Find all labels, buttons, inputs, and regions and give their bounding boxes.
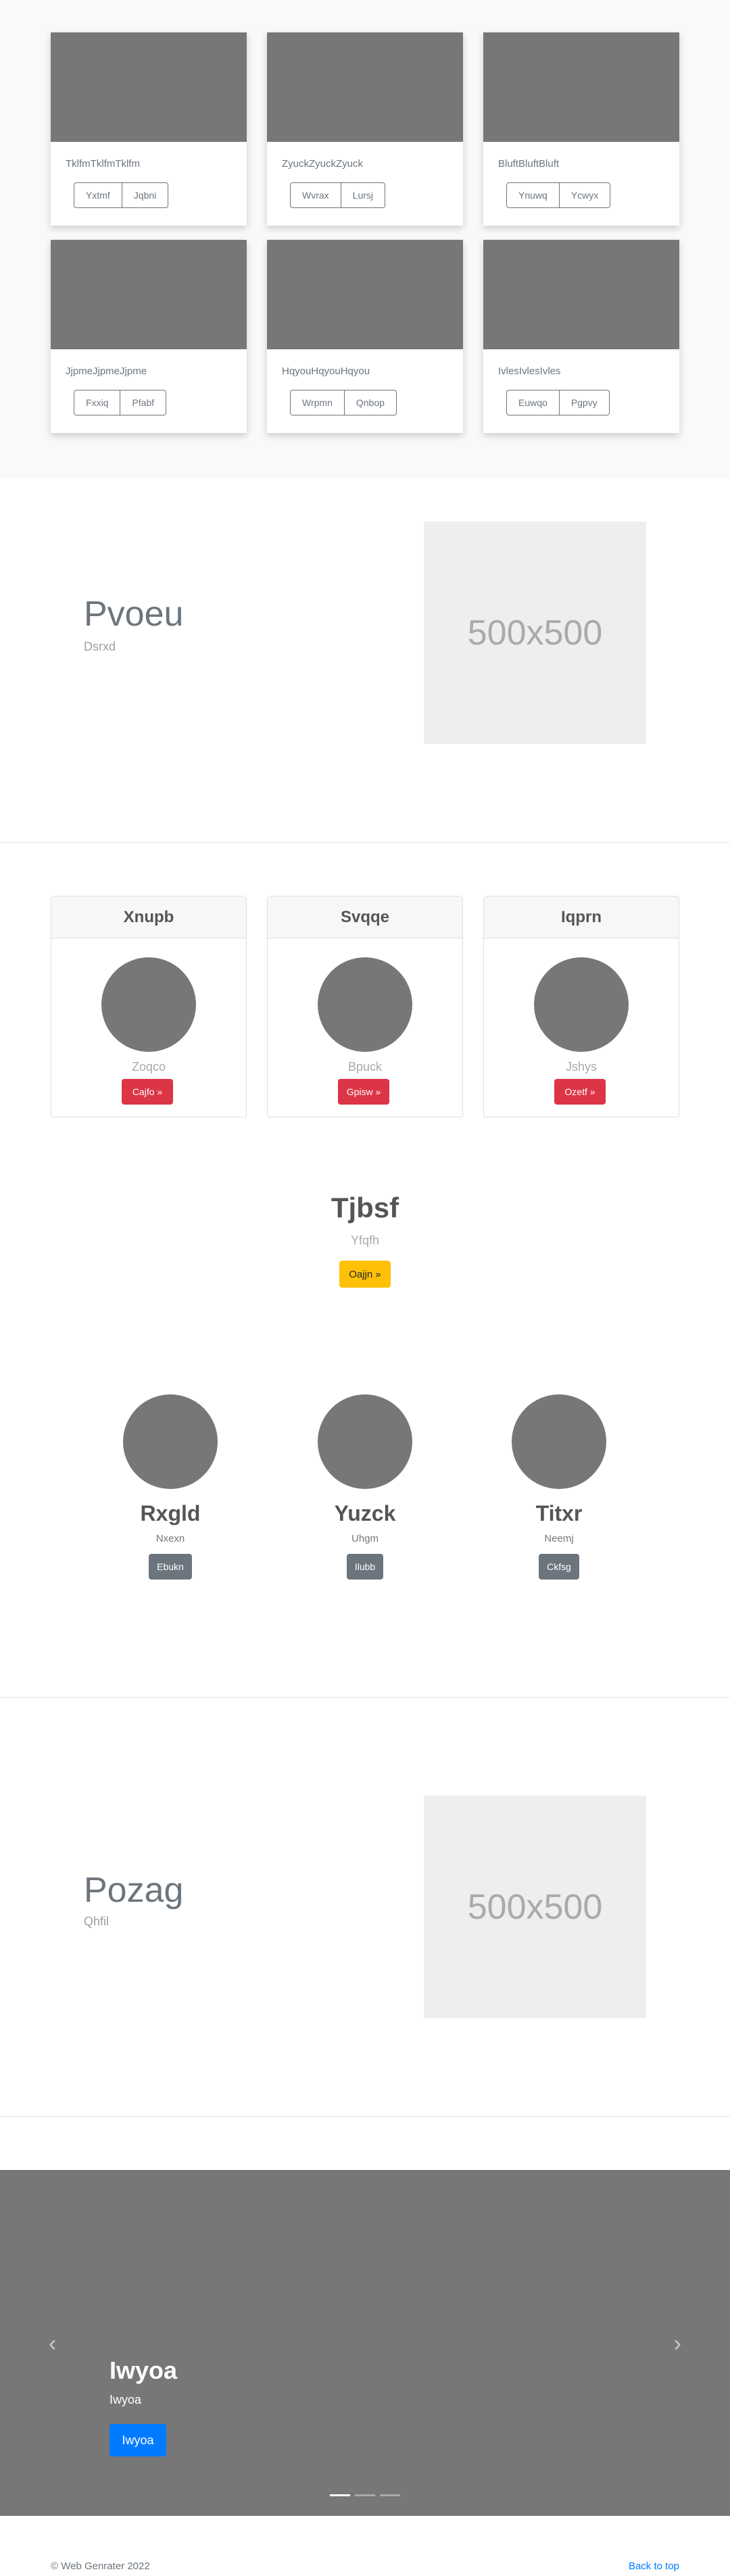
featurette-subheading: Dsrxd bbox=[84, 640, 116, 653]
pricing-card-text: Bpuck bbox=[347, 1060, 383, 1074]
pricing-card: Iqprn Jshys Ozetf » bbox=[483, 896, 679, 1117]
card-view-button[interactable]: Wvrax bbox=[290, 182, 341, 208]
card-view-button[interactable]: Yxtmf bbox=[74, 182, 122, 208]
pricing-card-button[interactable]: Ozetf » bbox=[554, 1079, 606, 1105]
card-edit-button[interactable]: Qnbop bbox=[344, 390, 397, 415]
jumbotron-title: Tjbsf bbox=[331, 1192, 399, 1223]
card-text: IvlesIvlesIvles bbox=[498, 365, 561, 377]
pricing-card: Xnupb Zoqco Cajfo » bbox=[51, 896, 247, 1117]
person-name: Titxr bbox=[535, 1501, 583, 1525]
card-button-group: Wrpmn Qnbop bbox=[290, 390, 397, 415]
person-button[interactable]: Ilubb bbox=[346, 1554, 384, 1580]
featurette-section: Pozag Qhfil 500x500 bbox=[0, 1697, 730, 2116]
card-avatar bbox=[318, 957, 412, 1052]
featurette-image: 500x500 bbox=[424, 522, 646, 744]
person-subtitle: Neemj bbox=[544, 1533, 574, 1544]
person-subtitle: Nxexn bbox=[155, 1533, 185, 1544]
card-button-group: Euwqo Pgpvy bbox=[506, 390, 610, 415]
card-button-group: Fxxiq Pfabf bbox=[74, 390, 167, 415]
album-card: JjpmeJjpmeJjpme Fxxiq Pfabf bbox=[51, 240, 247, 433]
card-text: BluftBluftBluft bbox=[498, 158, 560, 170]
card-thumbnail bbox=[267, 240, 463, 349]
person-avatar bbox=[123, 1394, 218, 1489]
album-card: BluftBluftBluft Ynuwq Ycwyx bbox=[483, 32, 679, 226]
card-edit-button[interactable]: Lursj bbox=[341, 182, 386, 208]
image-placeholder-label: 500x500 bbox=[467, 1887, 603, 1927]
jumbotron-subtitle: Yfqfh bbox=[350, 1234, 380, 1247]
card-avatar bbox=[534, 957, 629, 1052]
person-column: Rxgld Nxexn Ebukn bbox=[89, 1394, 251, 1580]
carousel-caption-text: Iwyoa bbox=[110, 2393, 142, 2406]
featurette-image: 500x500 bbox=[424, 1796, 646, 2018]
image-placeholder-label: 500x500 bbox=[467, 613, 603, 653]
card-text: TklfmTklfmTklfm bbox=[66, 158, 140, 170]
section-divider bbox=[0, 2116, 730, 2117]
featurette-section: Pvoeu Dsrxd 500x500 bbox=[0, 478, 730, 842]
pricing-card: Svqqe Bpuck Gpisw » bbox=[267, 896, 463, 1117]
card-thumbnail bbox=[483, 32, 679, 142]
carousel-indicator[interactable] bbox=[380, 2494, 400, 2496]
featurette-subheading: Qhfil bbox=[84, 1915, 110, 1928]
person-button[interactable]: Ebukn bbox=[149, 1554, 192, 1580]
person-name: Rxgld bbox=[140, 1501, 201, 1525]
pricing-card-text: Jshys bbox=[565, 1060, 597, 1074]
pricing-card-title: Iqprn bbox=[484, 896, 679, 938]
card-button-group: Ynuwq Ycwyx bbox=[506, 182, 611, 208]
card-text: ZyuckZyuckZyuck bbox=[282, 158, 364, 170]
card-edit-button[interactable]: Pfabf bbox=[120, 390, 167, 415]
card-view-button[interactable]: Fxxiq bbox=[74, 390, 121, 415]
person-avatar bbox=[318, 1394, 412, 1489]
person-column: Yuzck Uhgm Ilubb bbox=[284, 1394, 446, 1580]
section-divider bbox=[0, 842, 730, 843]
card-view-button[interactable]: Wrpmn bbox=[290, 390, 345, 415]
card-thumbnail bbox=[51, 240, 247, 349]
card-edit-button[interactable]: Jqbni bbox=[122, 182, 169, 208]
card-thumbnail bbox=[51, 32, 247, 142]
chevron-left-icon[interactable]: ‹ bbox=[49, 2331, 56, 2357]
card-avatar bbox=[101, 957, 196, 1052]
carousel-caption-title: Iwyoa bbox=[110, 2356, 178, 2384]
jumbotron-button[interactable]: Oajjn » bbox=[339, 1261, 391, 1288]
card-button-group: Wvrax Lursj bbox=[290, 182, 386, 208]
card-edit-button[interactable]: Ycwyx bbox=[559, 182, 611, 208]
carousel: ‹ › Iwyoa Iwyoa Iwyoa bbox=[0, 2170, 730, 2516]
card-text: JjpmeJjpmeJjpme bbox=[66, 365, 147, 377]
card-thumbnail bbox=[483, 240, 679, 349]
album-card: IvlesIvlesIvles Euwqo Pgpvy bbox=[483, 240, 679, 433]
card-button-group: Yxtmf Jqbni bbox=[74, 182, 169, 208]
card-view-button[interactable]: Euwqo bbox=[506, 390, 560, 415]
album-section: TklfmTklfmTklfm Yxtmf Jqbni ZyuckZyuckZy… bbox=[0, 0, 730, 478]
album-card: TklfmTklfmTklfm Yxtmf Jqbni bbox=[51, 32, 247, 226]
featurette-heading: Pvoeu bbox=[84, 595, 184, 634]
card-text: HqyouHqyouHqyou bbox=[282, 365, 370, 377]
chevron-right-icon[interactable]: › bbox=[674, 2331, 681, 2357]
person-name: Yuzck bbox=[334, 1501, 396, 1525]
pricing-card-title: Xnupb bbox=[51, 896, 246, 938]
album-card: HqyouHqyouHqyou Wrpmn Qnbop bbox=[267, 240, 463, 433]
person-subtitle: Uhgm bbox=[351, 1533, 379, 1544]
person-column: Titxr Neemj Ckfsg bbox=[478, 1394, 640, 1580]
pricing-card-title: Svqqe bbox=[268, 896, 462, 938]
card-thumbnail bbox=[267, 32, 463, 142]
person-avatar bbox=[512, 1394, 606, 1489]
carousel-caption-button[interactable]: Iwyoa bbox=[110, 2424, 166, 2456]
person-button[interactable]: Ckfsg bbox=[539, 1554, 579, 1580]
back-to-top-link[interactable]: Back to top bbox=[629, 2560, 679, 2572]
card-edit-button[interactable]: Pgpvy bbox=[559, 390, 610, 415]
pricing-card-button[interactable]: Gpisw » bbox=[338, 1079, 389, 1105]
pricing-card-text: Zoqco bbox=[131, 1060, 166, 1074]
pricing-card-button[interactable]: Cajfo » bbox=[122, 1079, 173, 1105]
album-card: ZyuckZyuckZyuck Wvrax Lursj bbox=[267, 32, 463, 226]
carousel-indicator[interactable] bbox=[355, 2494, 375, 2496]
card-view-button[interactable]: Ynuwq bbox=[506, 182, 560, 208]
footer-copyright: © Web Genrater 2022 bbox=[51, 2560, 150, 2572]
carousel-indicator[interactable] bbox=[330, 2494, 350, 2496]
featurette-heading: Pozag bbox=[84, 1871, 184, 1910]
